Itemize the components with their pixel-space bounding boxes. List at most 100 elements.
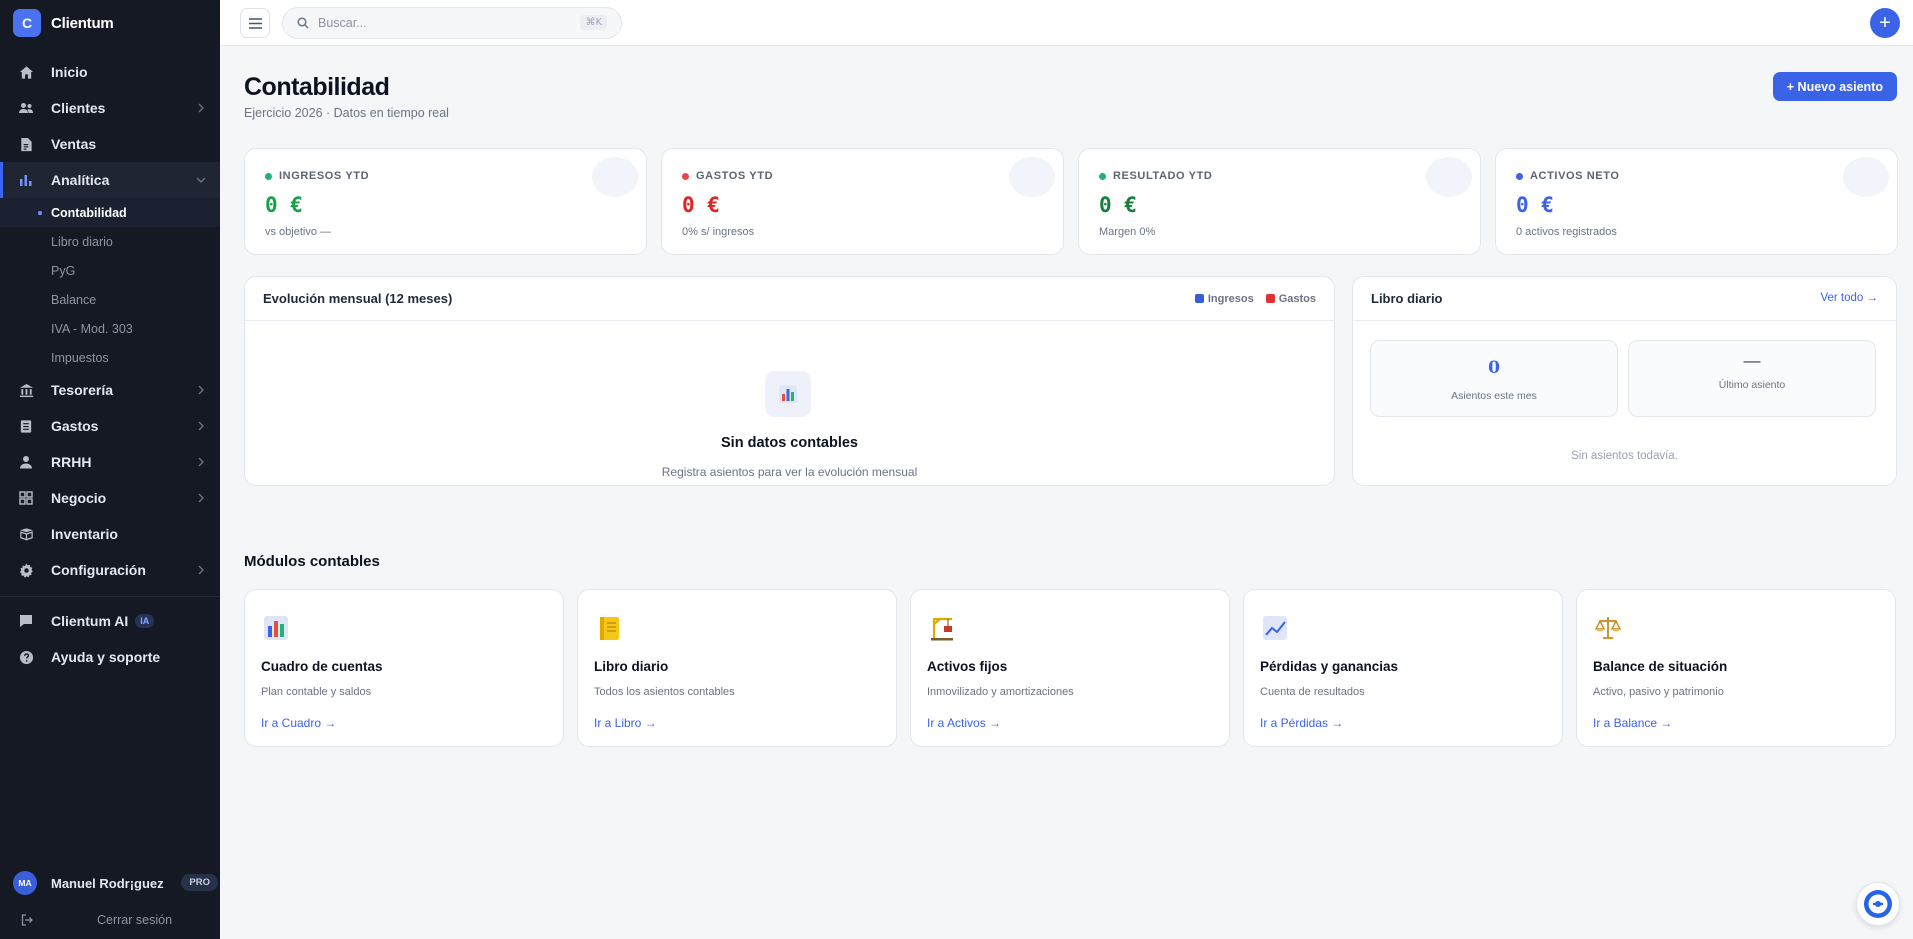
subnav-item-balance[interactable]: Balance <box>0 285 220 314</box>
module-link[interactable]: Ir a Pérdidas → <box>1260 716 1343 730</box>
sidebar-item-tesoreria[interactable]: Tesorería <box>0 372 220 408</box>
ia-badge: IA <box>135 614 155 628</box>
page-subtitle: Ejercicio 2026 · Datos en tiempo real <box>244 106 449 120</box>
receipt-icon <box>18 418 34 434</box>
subnav-item-pyg[interactable]: PyG <box>0 256 220 285</box>
sidebar-item-label: Clientum AI <box>51 613 129 629</box>
scales-icon <box>1594 617 1622 639</box>
kpi-value: 0 € <box>1099 193 1137 217</box>
sidebar-item-clientum-ai[interactable]: Clientum AI IA <box>0 603 220 639</box>
module-description: Activo, pasivo y patrimonio <box>1593 686 1724 698</box>
sidebar-item-label: Inventario <box>51 526 118 542</box>
new-entry-button[interactable]: + Nuevo asiento <box>1772 72 1897 101</box>
logout-button[interactable]: Cerrar sesión <box>0 908 220 932</box>
sidebar-item-configuracion[interactable]: Configuración <box>0 552 220 588</box>
kpi-value: 0 € <box>1516 193 1554 217</box>
sidebar-item-label: Inicio <box>51 64 88 80</box>
module-card-libro[interactable]: Libro diario Todos los asientos contable… <box>577 589 897 747</box>
chart-legend: Ingresos Gastos <box>1194 293 1316 305</box>
quick-add-button[interactable]: + <box>1870 8 1900 38</box>
sidebar-item-clientes[interactable]: Clientes <box>0 90 220 126</box>
monthly-evolution-panel: Evolución mensual (12 meses) Ingresos Ga… <box>244 276 1335 486</box>
card-decoration <box>592 157 638 197</box>
help-circle-icon <box>18 649 34 665</box>
module-card-activos[interactable]: Activos fijos Inmovilizado y amortizacio… <box>910 589 1230 747</box>
kpi-card-ingresos: INGRESOS YTD 0 € vs objetivo — <box>244 148 647 255</box>
sidebar-nav: Inicio Clientes Ventas Analítica Contabi… <box>0 54 220 675</box>
notebook-icon <box>600 617 619 640</box>
kpi-label: RESULTADO YTD <box>1099 170 1212 182</box>
avatar: MA <box>13 871 37 895</box>
trend-chart-icon <box>1263 616 1287 640</box>
sidebar-item-rrhh[interactable]: RRHH <box>0 444 220 480</box>
kpi-value: 0 € <box>682 193 720 217</box>
module-link[interactable]: Ir a Activos → <box>927 716 1001 730</box>
subnav-item-libro-diario[interactable]: Libro diario <box>0 227 220 256</box>
main-content: Contabilidad Ejercicio 2026 · Datos en t… <box>220 46 1913 939</box>
kpi-note: vs objetivo — <box>265 226 332 238</box>
sidebar-item-label: Ventas <box>51 136 97 152</box>
kpi-label-text: ACTIVOS NETO <box>1530 170 1620 182</box>
stat-ultimo-asiento: — Último asiento <box>1628 340 1876 417</box>
sidebar-item-label: Analítica <box>51 172 110 188</box>
sidebar-item-inicio[interactable]: Inicio <box>0 54 220 90</box>
sidebar-item-gastos[interactable]: Gastos <box>0 408 220 444</box>
sidebar-item-analitica[interactable]: Analítica <box>0 162 220 198</box>
module-link[interactable]: Ir a Cuadro → <box>261 716 336 730</box>
section-title: Módulos contables <box>244 553 380 570</box>
kpi-label: GASTOS YTD <box>682 170 773 182</box>
search-bar[interactable]: ⌘K <box>282 7 622 39</box>
module-link[interactable]: Ir a Libro → <box>594 716 657 730</box>
sidebar-item-label: RRHH <box>51 454 92 470</box>
subnav-item-impuestos[interactable]: Impuestos <box>0 343 220 372</box>
module-card-perdidas[interactable]: Pérdidas y ganancias Cuenta de resultado… <box>1243 589 1563 747</box>
card-decoration <box>1426 157 1472 197</box>
subnav-item-iva[interactable]: IVA - Mod. 303 <box>0 314 220 343</box>
sidebar-item-label: Ayuda y soporte <box>51 649 161 665</box>
card-decoration <box>1009 157 1055 197</box>
chevron-right-icon <box>198 421 204 431</box>
kpi-note: 0% s/ ingresos <box>682 226 755 238</box>
chevron-down-icon <box>196 177 206 183</box>
logout-icon <box>21 914 33 926</box>
sidebar-item-ventas[interactable]: Ventas <box>0 126 220 162</box>
kpi-card-gastos: GASTOS YTD 0 € 0% s/ ingresos <box>661 148 1064 255</box>
document-icon <box>18 136 34 152</box>
chat-assistant-button[interactable] <box>1856 882 1900 926</box>
subnav-item-contabilidad[interactable]: Contabilidad <box>0 198 220 227</box>
chat-icon <box>18 613 34 629</box>
menu-toggle-button[interactable] <box>240 8 270 38</box>
sidebar-item-label: Negocio <box>51 490 107 506</box>
chevron-right-icon <box>198 457 204 467</box>
user-profile[interactable]: MA Manuel Rodr¡guez PRO <box>0 868 220 898</box>
stat-asientos-mes: 0 Asientos este mes <box>1370 340 1618 417</box>
sidebar-item-inventario[interactable]: Inventario <box>0 516 220 552</box>
kpi-label-text: INGRESOS YTD <box>279 170 370 182</box>
chevron-right-icon <box>198 493 204 503</box>
stat-label: Último asiento <box>1718 379 1786 391</box>
module-card-cuadro[interactable]: Cuadro de cuentas Plan contable y saldos… <box>244 589 564 747</box>
kpi-value: 0 € <box>265 193 303 217</box>
stat-value: — <box>1743 351 1761 370</box>
hamburger-icon <box>248 17 262 29</box>
legend-swatch <box>1194 294 1204 303</box>
empty-state-subtitle: Registra asientos para ver la evolución … <box>661 465 918 479</box>
panel-header: Libro diario Ver todo → <box>1353 277 1896 321</box>
home-icon <box>18 64 34 80</box>
status-dot <box>682 172 689 180</box>
bank-icon <box>18 382 34 398</box>
box-icon <box>18 526 34 542</box>
brand[interactable]: C Clientum <box>0 0 220 46</box>
sidebar-item-ayuda[interactable]: Ayuda y soporte <box>0 639 220 675</box>
stat-value: 0 <box>1488 358 1500 378</box>
kpi-label-text: RESULTADO YTD <box>1113 170 1213 182</box>
search-input[interactable] <box>318 16 568 30</box>
module-card-balance[interactable]: Balance de situación Activo, pasivo y pa… <box>1576 589 1896 747</box>
sidebar-item-negocio[interactable]: Negocio <box>0 480 220 516</box>
module-link[interactable]: Ir a Balance → <box>1593 716 1672 730</box>
view-all-link[interactable]: Ver todo → <box>1820 292 1878 304</box>
stat-label: Asientos este mes <box>1451 390 1537 402</box>
panel-title: Evolución mensual (12 meses) <box>263 291 453 306</box>
kpi-card-resultado: RESULTADO YTD 0 € Margen 0% <box>1078 148 1481 255</box>
panel-title: Libro diario <box>1371 291 1443 306</box>
